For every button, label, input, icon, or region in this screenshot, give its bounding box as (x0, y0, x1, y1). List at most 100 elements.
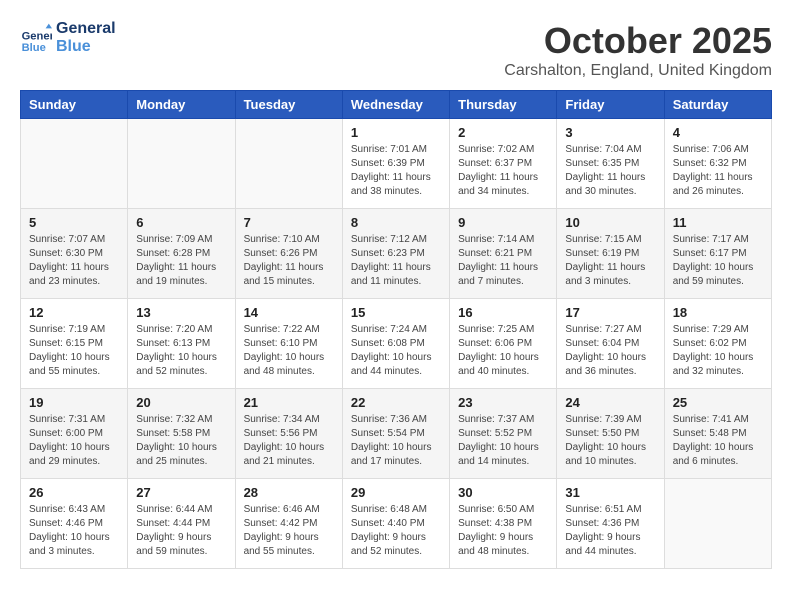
calendar-day-2: 2Sunrise: 7:02 AM Sunset: 6:37 PM Daylig… (450, 119, 557, 209)
day-info: Sunrise: 7:07 AM Sunset: 6:30 PM Dayligh… (29, 233, 119, 289)
weekday-header-friday: Friday (557, 91, 664, 119)
day-number: 22 (351, 395, 441, 410)
day-info: Sunrise: 7:36 AM Sunset: 5:54 PM Dayligh… (351, 413, 441, 469)
weekday-header-monday: Monday (128, 91, 235, 119)
day-info: Sunrise: 7:31 AM Sunset: 6:00 PM Dayligh… (29, 413, 119, 469)
calendar-day-25: 25 Sunrise: 7:41 AM Sunset: 5:48 PM Dayli… (664, 389, 771, 479)
weekday-header-sunday: Sunday (21, 91, 128, 119)
day-info: Sunrise: 7:29 AM Sunset: 6:02 PM Dayligh… (673, 323, 763, 379)
logo-icon: General Blue (20, 22, 52, 54)
calendar-day-27: 27 Sunrise: 6:44 AM Sunset: 4:44 PM Dayli… (128, 479, 235, 569)
calendar-day-19: 19Sunrise: 7:31 AM Sunset: 6:00 PM Dayli… (21, 389, 128, 479)
calendar-day-empty (664, 479, 771, 569)
day-info: Sunrise: 7:17 AM Sunset: 6:17 PM Dayligh… (673, 233, 763, 289)
calendar-week-row: 26 Sunrise: 6:43 AM Sunset: 4:46 PM Dayli… (21, 479, 772, 569)
calendar-header-row: SundayMondayTuesdayWednesdayThursdayFrid… (21, 91, 772, 119)
calendar-week-row: 19Sunrise: 7:31 AM Sunset: 6:00 PM Dayli… (21, 389, 772, 479)
day-number: 11 (673, 215, 763, 230)
calendar-day-15: 15 Sunrise: 7:24 AM Sunset: 6:08 PM Dayli… (342, 299, 449, 389)
calendar-table: SundayMondayTuesdayWednesdayThursdayFrid… (20, 90, 772, 569)
calendar-day-9: 9Sunrise: 7:14 AM Sunset: 6:21 PM Daylig… (450, 209, 557, 299)
calendar-day-empty (21, 119, 128, 209)
day-number: 15 (351, 305, 441, 320)
day-number: 23 (458, 395, 548, 410)
day-number: 1 (351, 125, 441, 140)
day-info: Sunrise: 7:39 AM Sunset: 5:50 PM Dayligh… (565, 413, 655, 469)
day-info: Sunrise: 7:12 AM Sunset: 6:23 PM Dayligh… (351, 233, 441, 289)
calendar-day-31: 31 Sunrise: 6:51 AM Sunset: 4:36 PM Dayli… (557, 479, 664, 569)
day-number: 16 (458, 305, 548, 320)
calendar-day-empty (235, 119, 342, 209)
logo: General Blue General Blue (20, 20, 116, 55)
day-number: 13 (136, 305, 226, 320)
day-info: Sunrise: 7:27 AM Sunset: 6:04 PM Dayligh… (565, 323, 655, 379)
day-number: 14 (244, 305, 334, 320)
calendar-day-empty (128, 119, 235, 209)
day-info: Sunrise: 6:43 AM Sunset: 4:46 PM Dayligh… (29, 503, 119, 559)
calendar-day-7: 7Sunrise: 7:10 AM Sunset: 6:26 PM Daylig… (235, 209, 342, 299)
calendar-day-21: 21 Sunrise: 7:34 AM Sunset: 5:56 PM Dayli… (235, 389, 342, 479)
calendar-day-13: 13Sunrise: 7:20 AM Sunset: 6:13 PM Dayli… (128, 299, 235, 389)
day-info: Sunrise: 6:44 AM Sunset: 4:44 PM Dayligh… (136, 503, 226, 559)
day-info: Sunrise: 7:14 AM Sunset: 6:21 PM Dayligh… (458, 233, 548, 289)
page-header: General Blue General Blue October 2025 C… (20, 20, 772, 80)
calendar-day-5: 5 Sunrise: 7:07 AM Sunset: 6:30 PM Daylig… (21, 209, 128, 299)
day-info: Sunrise: 7:15 AM Sunset: 6:19 PM Dayligh… (565, 233, 655, 289)
weekday-header-saturday: Saturday (664, 91, 771, 119)
day-number: 29 (351, 485, 441, 500)
day-number: 4 (673, 125, 763, 140)
calendar-week-row: 5 Sunrise: 7:07 AM Sunset: 6:30 PM Daylig… (21, 209, 772, 299)
day-number: 25 (673, 395, 763, 410)
day-info: Sunrise: 7:34 AM Sunset: 5:56 PM Dayligh… (244, 413, 334, 469)
calendar-day-11: 11 Sunrise: 7:17 AM Sunset: 6:17 PM Dayli… (664, 209, 771, 299)
day-number: 10 (565, 215, 655, 230)
day-number: 8 (351, 215, 441, 230)
weekday-header-tuesday: Tuesday (235, 91, 342, 119)
weekday-header-wednesday: Wednesday (342, 91, 449, 119)
calendar-day-14: 14 Sunrise: 7:22 AM Sunset: 6:10 PM Dayli… (235, 299, 342, 389)
calendar-day-3: 3 Sunrise: 7:04 AM Sunset: 6:35 PM Daylig… (557, 119, 664, 209)
calendar-day-10: 10 Sunrise: 7:15 AM Sunset: 6:19 PM Dayli… (557, 209, 664, 299)
calendar-week-row: 1Sunrise: 7:01 AM Sunset: 6:39 PM Daylig… (21, 119, 772, 209)
weekday-header-thursday: Thursday (450, 91, 557, 119)
day-number: 24 (565, 395, 655, 410)
day-info: Sunrise: 6:50 AM Sunset: 4:38 PM Dayligh… (458, 503, 548, 559)
svg-text:General: General (22, 30, 52, 42)
svg-text:Blue: Blue (22, 41, 46, 53)
day-info: Sunrise: 7:06 AM Sunset: 6:32 PM Dayligh… (673, 143, 763, 199)
calendar-day-16: 16 Sunrise: 7:25 AM Sunset: 6:06 PM Dayli… (450, 299, 557, 389)
day-info: Sunrise: 6:48 AM Sunset: 4:40 PM Dayligh… (351, 503, 441, 559)
day-number: 3 (565, 125, 655, 140)
calendar-day-20: 20Sunrise: 7:32 AM Sunset: 5:58 PM Dayli… (128, 389, 235, 479)
calendar-day-12: 12Sunrise: 7:19 AM Sunset: 6:15 PM Dayli… (21, 299, 128, 389)
calendar-day-6: 6Sunrise: 7:09 AM Sunset: 6:28 PM Daylig… (128, 209, 235, 299)
day-info: Sunrise: 7:02 AM Sunset: 6:37 PM Dayligh… (458, 143, 548, 199)
calendar-day-26: 26 Sunrise: 6:43 AM Sunset: 4:46 PM Dayli… (21, 479, 128, 569)
day-info: Sunrise: 7:24 AM Sunset: 6:08 PM Dayligh… (351, 323, 441, 379)
calendar-day-22: 22 Sunrise: 7:36 AM Sunset: 5:54 PM Dayli… (342, 389, 449, 479)
day-number: 26 (29, 485, 119, 500)
day-info: Sunrise: 7:04 AM Sunset: 6:35 PM Dayligh… (565, 143, 655, 199)
day-info: Sunrise: 6:51 AM Sunset: 4:36 PM Dayligh… (565, 503, 655, 559)
day-number: 12 (29, 305, 119, 320)
day-number: 31 (565, 485, 655, 500)
calendar-day-24: 24 Sunrise: 7:39 AM Sunset: 5:50 PM Dayli… (557, 389, 664, 479)
day-number: 17 (565, 305, 655, 320)
calendar-day-1: 1Sunrise: 7:01 AM Sunset: 6:39 PM Daylig… (342, 119, 449, 209)
day-number: 20 (136, 395, 226, 410)
calendar-day-29: 29 Sunrise: 6:48 AM Sunset: 4:40 PM Dayli… (342, 479, 449, 569)
day-number: 27 (136, 485, 226, 500)
day-info: Sunrise: 7:10 AM Sunset: 6:26 PM Dayligh… (244, 233, 334, 289)
day-number: 28 (244, 485, 334, 500)
day-number: 21 (244, 395, 334, 410)
day-number: 6 (136, 215, 226, 230)
calendar-day-23: 23 Sunrise: 7:37 AM Sunset: 5:52 PM Dayli… (450, 389, 557, 479)
day-number: 5 (29, 215, 119, 230)
month-title: October 2025 (504, 20, 772, 62)
day-info: Sunrise: 7:37 AM Sunset: 5:52 PM Dayligh… (458, 413, 548, 469)
day-number: 18 (673, 305, 763, 320)
day-info: Sunrise: 7:22 AM Sunset: 6:10 PM Dayligh… (244, 323, 334, 379)
day-info: Sunrise: 7:41 AM Sunset: 5:48 PM Dayligh… (673, 413, 763, 469)
day-info: Sunrise: 7:25 AM Sunset: 6:06 PM Dayligh… (458, 323, 548, 379)
calendar-day-18: 18 Sunrise: 7:29 AM Sunset: 6:02 PM Dayli… (664, 299, 771, 389)
